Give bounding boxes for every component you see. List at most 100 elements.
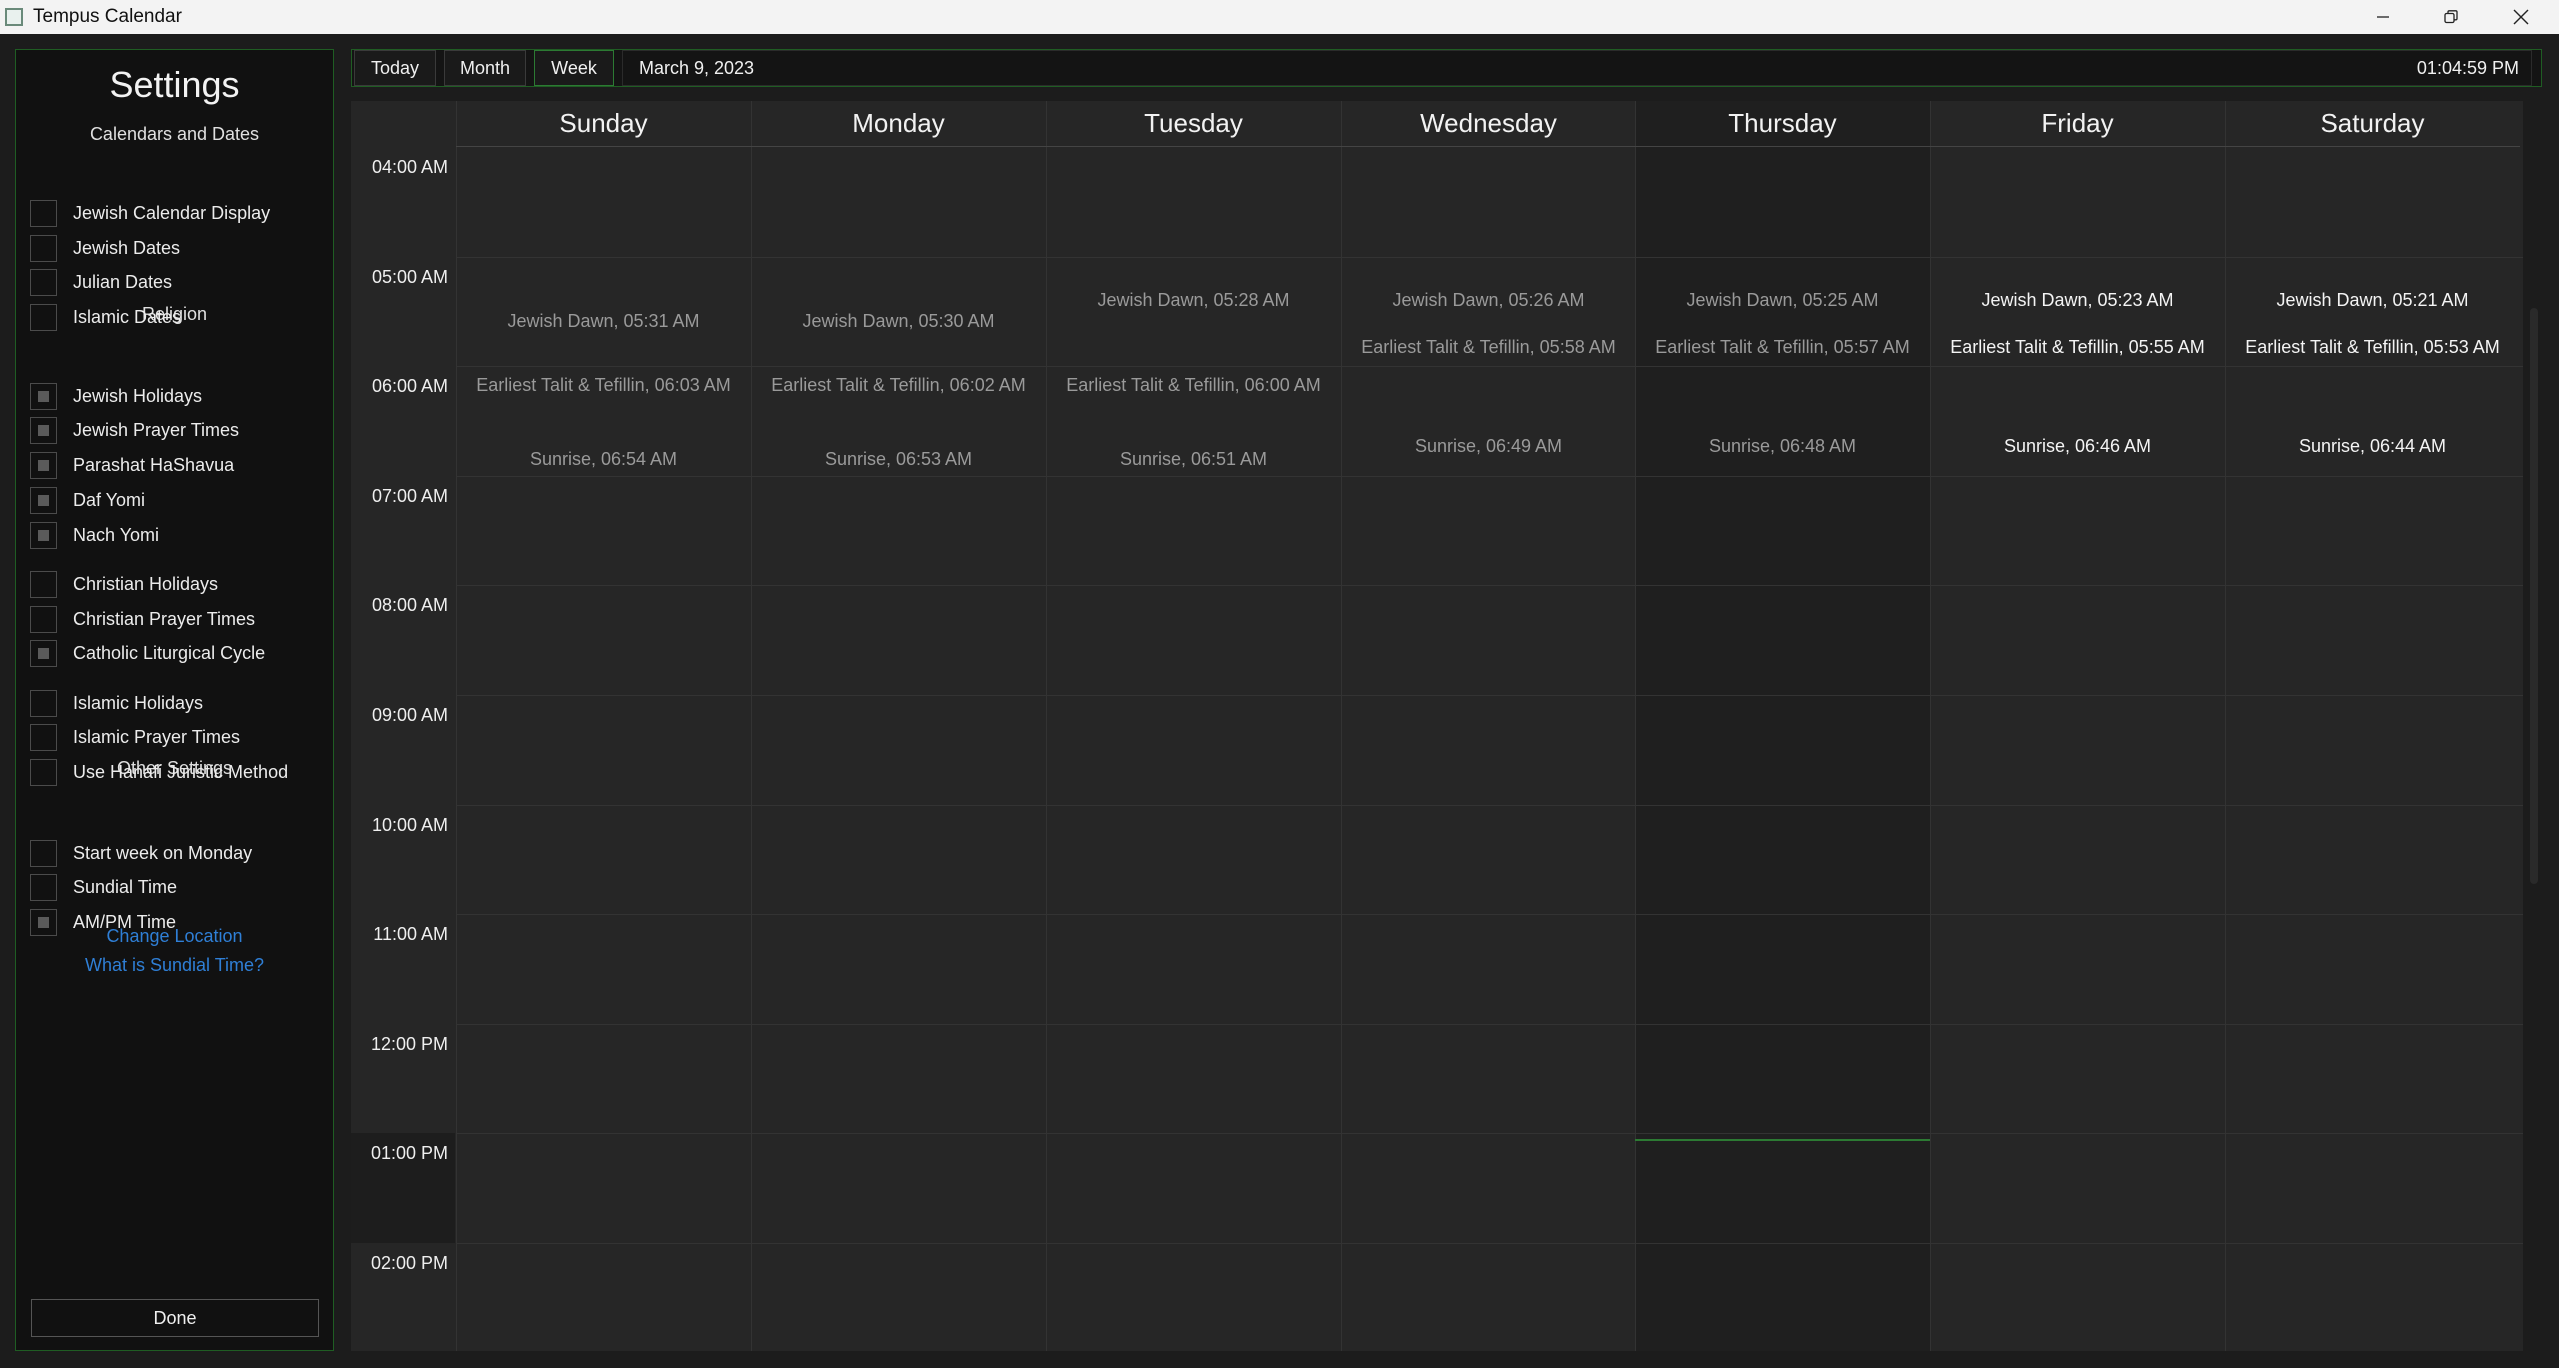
day-header-friday: Friday: [1930, 101, 2225, 147]
calendar-event[interactable]: Sunrise, 06:46 AM: [1930, 436, 2225, 457]
setting-catholic-liturgical-cycle[interactable]: Catholic Liturgical Cycle: [30, 639, 320, 667]
hour-gridline: [456, 695, 2523, 696]
day-column-friday[interactable]: [1930, 101, 2225, 1351]
day-column-sunday[interactable]: [456, 101, 751, 1351]
setting-islamic-dates[interactable]: Islamic Dates: [30, 303, 320, 331]
setting-checkbox[interactable]: [30, 416, 57, 444]
setting-label: Jewish Prayer Times: [73, 419, 240, 440]
change-location-link[interactable]: Change Location: [16, 926, 333, 947]
day-column-thursday[interactable]: [1635, 101, 1930, 1351]
calendar-event[interactable]: Jewish Dawn, 05:25 AM: [1635, 290, 1930, 311]
section-calendars-and-dates: Calendars and Dates: [89, 124, 260, 144]
calendar-event[interactable]: Jewish Dawn, 05:28 AM: [1046, 290, 1341, 311]
setting-checkbox[interactable]: [30, 451, 57, 479]
today-button[interactable]: Today: [354, 50, 436, 86]
calendar-event[interactable]: Earliest Talit & Tefillin, 06:00 AM: [1046, 375, 1341, 396]
setting-checkbox[interactable]: [30, 382, 57, 410]
setting-label: Jewish Holidays: [73, 385, 203, 406]
close-button[interactable]: [2487, 0, 2555, 34]
setting-label: Daf Yomi: [73, 489, 146, 510]
sundial-time-help-link[interactable]: What is Sundial Time?: [16, 955, 333, 976]
hour-label: 04:00 AM: [371, 157, 448, 177]
setting-jewish-prayer-times[interactable]: Jewish Prayer Times: [30, 416, 320, 444]
setting-checkbox[interactable]: [30, 839, 57, 867]
calendar-event[interactable]: Earliest Talit & Tefillin, 06:02 AM: [751, 375, 1046, 396]
hour-gridline: [456, 1133, 2523, 1135]
setting-parashat-hashavua[interactable]: Parashat HaShavua: [30, 451, 320, 479]
setting-islamic-prayer-times[interactable]: Islamic Prayer Times: [30, 723, 320, 751]
month-button[interactable]: Month: [444, 50, 526, 86]
setting-label: Christian Prayer Times: [73, 608, 256, 629]
setting-jewish-dates[interactable]: Jewish Dates: [30, 234, 320, 262]
done-button[interactable]: Done: [31, 1299, 319, 1337]
setting-checkbox[interactable]: [30, 234, 57, 262]
setting-checkbox[interactable]: [30, 758, 57, 786]
day-column-monday[interactable]: [751, 101, 1046, 1351]
setting-islamic-holidays[interactable]: Islamic Holidays: [30, 689, 320, 717]
restore-button[interactable]: [2417, 0, 2485, 34]
hour-gridline: [456, 366, 2523, 368]
setting-checkbox[interactable]: [30, 689, 57, 717]
setting-checkbox[interactable]: [30, 199, 57, 227]
setting-checkbox[interactable]: [30, 873, 57, 901]
calendar-event[interactable]: Jewish Dawn, 05:23 AM: [1930, 290, 2225, 311]
calendar-event[interactable]: Jewish Dawn, 05:26 AM: [1341, 290, 1636, 311]
calendar-event[interactable]: Sunrise, 06:53 AM: [751, 449, 1046, 470]
hour-label: 12:00 PM: [370, 1033, 448, 1054]
setting-checkbox[interactable]: [30, 639, 57, 667]
setting-christian-holidays[interactable]: Christian Holidays: [30, 570, 320, 598]
day-column-saturday[interactable]: [2225, 101, 2520, 1351]
calendar-event[interactable]: Earliest Talit & Tefillin, 05:53 AM: [2225, 337, 2520, 358]
setting-label: Jewish Dates: [73, 237, 181, 258]
setting-use-hanafi-juristic-method[interactable]: Use Hanafi Juristic Method: [30, 758, 320, 786]
calendar-event[interactable]: Jewish Dawn, 05:30 AM: [751, 311, 1046, 332]
setting-checkbox[interactable]: [30, 605, 57, 633]
calendar-event[interactable]: Sunrise, 06:49 AM: [1341, 436, 1636, 457]
setting-daf-yomi[interactable]: Daf Yomi: [30, 486, 320, 514]
calendar-event[interactable]: Sunrise, 06:48 AM: [1635, 436, 1930, 457]
setting-jewish-calendar-display[interactable]: Jewish Calendar Display: [30, 199, 320, 227]
calendar-event[interactable]: Earliest Talit & Tefillin, 05:58 AM: [1341, 337, 1636, 358]
setting-sundial-time[interactable]: Sundial Time: [30, 873, 320, 901]
calendar-event[interactable]: Earliest Talit & Tefillin, 06:03 AM: [456, 375, 751, 396]
minimize-button[interactable]: [2349, 0, 2417, 34]
setting-checkbox[interactable]: [30, 570, 57, 598]
setting-julian-dates[interactable]: Julian Dates: [30, 268, 320, 296]
hour-gridline: [456, 475, 2523, 477]
minimize-icon: [2377, 16, 2389, 18]
setting-label: Start week on Monday: [73, 842, 253, 863]
calendar-event[interactable]: Jewish Dawn, 05:31 AM: [456, 311, 751, 332]
current-time-indicator: [1635, 1139, 1930, 1141]
setting-start-week-on-monday[interactable]: Start week on Monday: [30, 839, 320, 867]
setting-checkbox[interactable]: [30, 268, 57, 296]
setting-label: Sundial Time: [73, 876, 178, 897]
hour-gridline: [456, 1243, 2523, 1244]
calendar-event[interactable]: Sunrise, 06:51 AM: [1046, 449, 1341, 470]
calendar-event[interactable]: Sunrise, 06:44 AM: [2225, 436, 2520, 457]
setting-christian-prayer-times[interactable]: Christian Prayer Times: [30, 605, 320, 633]
setting-nach-yomi[interactable]: Nach Yomi: [30, 521, 320, 549]
setting-jewish-holidays[interactable]: Jewish Holidays: [30, 382, 320, 410]
calendar-event[interactable]: Sunrise, 06:54 AM: [456, 449, 751, 470]
day-header-monday: Monday: [751, 101, 1046, 147]
settings-title: Settings: [109, 64, 240, 105]
setting-checkbox[interactable]: [30, 486, 57, 514]
toolbar: Today Month Week March 9, 2023 01:04:59 …: [351, 49, 2542, 87]
setting-label: Islamic Prayer Times: [73, 726, 241, 747]
calendar-event[interactable]: Earliest Talit & Tefillin, 05:57 AM: [1635, 337, 1930, 358]
setting-checkbox[interactable]: [30, 303, 57, 331]
day-header-saturday: Saturday: [2225, 101, 2520, 147]
hour-gridline: [456, 804, 2523, 806]
week-button[interactable]: Week: [534, 50, 614, 86]
setting-checkbox[interactable]: [30, 521, 57, 549]
calendar-event[interactable]: Jewish Dawn, 05:21 AM: [2225, 290, 2520, 311]
calendar-event[interactable]: Earliest Talit & Tefillin, 05:55 AM: [1930, 337, 2225, 358]
hour-label: 08:00 AM: [371, 595, 448, 616]
setting-label: Christian Holidays: [73, 573, 219, 594]
week-view: Sunday Monday Tuesday Wednesday Thursday Frid…: [351, 101, 2523, 1351]
setting-checkbox[interactable]: [30, 723, 57, 751]
day-column-tuesday[interactable]: [1046, 101, 1341, 1351]
calendar-scrollbar[interactable]: [2530, 308, 2538, 884]
day-column-wednesday[interactable]: [1341, 101, 1636, 1351]
clock: 01:04:59 PM: [2416, 57, 2519, 78]
